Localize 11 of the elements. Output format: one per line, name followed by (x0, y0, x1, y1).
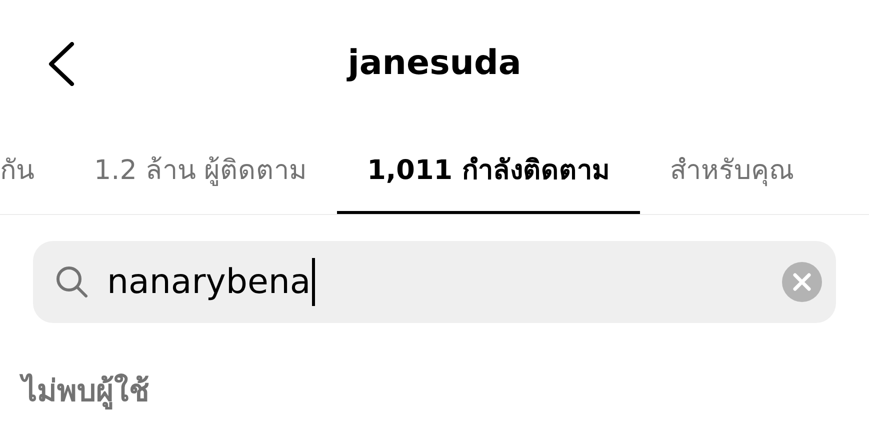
tab[interactable]: สำหรับคุณ (640, 128, 824, 214)
search-text: nanarybena (107, 262, 311, 302)
text-cursor (312, 258, 315, 306)
tab[interactable]: 1,011 กำลังติดตาม (337, 128, 640, 214)
back-button[interactable] (46, 42, 76, 86)
tab[interactable]: 1.2 ล้าน ผู้ติดตาม (64, 128, 338, 214)
profile-username: janesuda (348, 43, 522, 83)
search-icon (55, 265, 89, 299)
no-users-message: ไม่พบผู้ใช้ (0, 323, 869, 414)
search-field[interactable]: nanarybena (33, 241, 836, 323)
tab[interactable]: กัน (0, 128, 64, 214)
